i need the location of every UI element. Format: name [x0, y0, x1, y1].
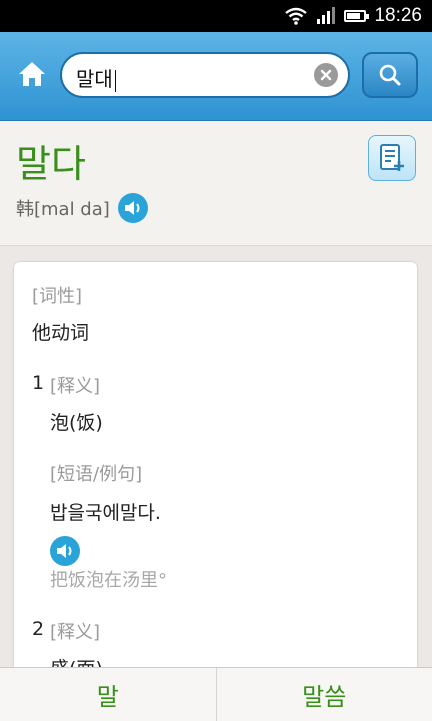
search-icon	[378, 63, 402, 87]
sense-number: 2	[32, 618, 44, 640]
home-button[interactable]	[14, 56, 50, 92]
close-icon	[320, 69, 332, 81]
speaker-icon	[123, 199, 143, 217]
phrase-label: [短语/例句]	[50, 460, 142, 486]
status-icons: 18:26	[284, 0, 422, 32]
search-button[interactable]	[362, 52, 418, 98]
pos-label: [词性]	[32, 282, 82, 308]
definition-text: 泡(饭)	[50, 408, 103, 435]
status-bar: 18:26	[0, 0, 432, 32]
headword: 말다	[16, 133, 86, 188]
definition-card: [词性] 他动词 1 [释义] 泡(饭) [短语/例句] 밥을국에말다. 把饭泡…	[14, 262, 417, 682]
home-icon	[17, 60, 47, 88]
search-query: 말대	[76, 63, 116, 92]
signal-icon	[316, 7, 336, 25]
app-header: 말대	[0, 32, 432, 121]
add-to-wordbook-button[interactable]	[368, 135, 416, 181]
clear-button[interactable]	[314, 63, 338, 87]
wordbook-add-icon	[378, 143, 406, 173]
example-speaker-button[interactable]	[50, 536, 80, 566]
related-word-tab[interactable]: 말씀	[216, 668, 432, 721]
search-input[interactable]: 말대	[60, 52, 350, 98]
battery-level	[347, 13, 360, 19]
battery-icon	[344, 10, 366, 22]
example-translation: 把饭泡在汤里°	[50, 566, 167, 592]
pronunciation-speaker-button[interactable]	[118, 193, 148, 223]
definition-label: [释义]	[50, 618, 100, 644]
speaker-icon	[55, 542, 75, 560]
pronunciation: 韩[mal da]	[16, 195, 110, 221]
status-time: 18:26	[374, 5, 422, 27]
text-cursor	[115, 70, 116, 92]
wifi-icon	[284, 7, 308, 25]
word-header: 말다 韩[mal da]	[0, 121, 432, 246]
example-sentence: 밥을국에말다.	[50, 498, 161, 525]
related-words-bar: 말 말씀	[0, 667, 432, 721]
related-word-tab[interactable]: 말	[0, 668, 216, 721]
part-of-speech: 他动词	[32, 318, 89, 345]
pronunciation-row: 韩[mal da]	[16, 193, 148, 223]
sense-number: 1	[32, 372, 44, 394]
definition-label: [释义]	[50, 372, 100, 398]
